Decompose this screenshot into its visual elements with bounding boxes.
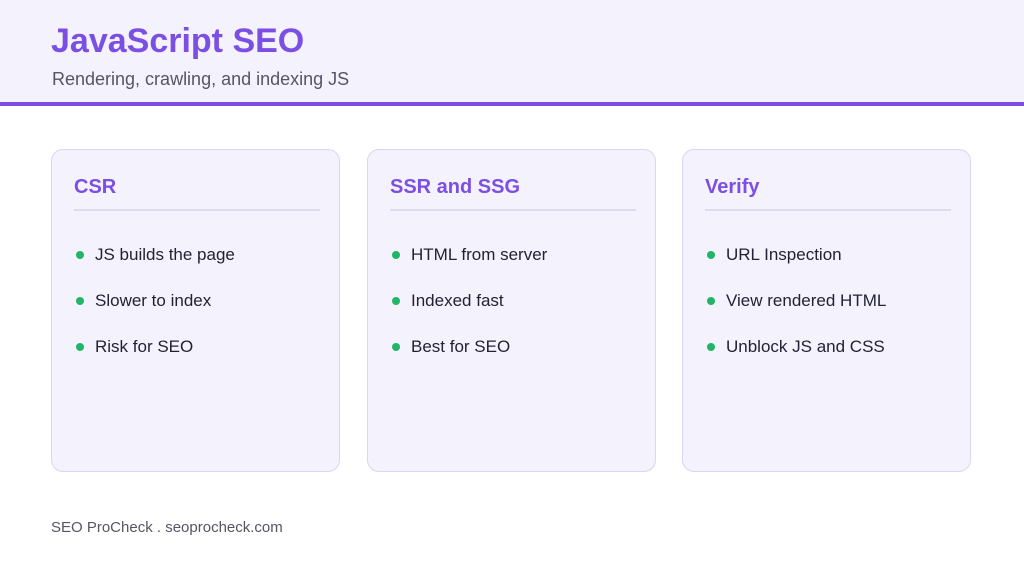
bullet-dot-icon [707,343,715,351]
card-list: URL Inspection View rendered HTML Unbloc… [705,243,886,381]
footer-credit: SEO ProCheck . seoprocheck.com [51,519,283,536]
card-title: SSR and SSG [390,176,521,198]
card-divider [390,209,636,211]
bullet-dot-icon [76,251,84,259]
list-item-label: Slower to index [95,291,212,310]
list-item: Risk for SEO [74,335,235,381]
list-item: Indexed fast [390,289,547,335]
list-item-label: HTML from server [411,245,548,264]
list-item: View rendered HTML [705,289,886,335]
bullet-dot-icon [392,297,400,305]
card-divider [705,209,951,211]
card-ssr-ssg: SSR and SSG HTML from server Indexed fas… [367,149,656,472]
list-item-label: Indexed fast [411,291,504,310]
card-title: CSR [74,176,117,198]
list-item-label: Best for SEO [411,337,511,356]
list-item: HTML from server [390,243,547,289]
bullet-dot-icon [392,251,400,259]
card-title: Verify [705,176,760,198]
list-item-label: Risk for SEO [95,337,194,356]
card-csr: CSR JS builds the page Slower to index R… [51,149,340,472]
card-verify: Verify URL Inspection View rendered HTML… [682,149,971,472]
list-item: Best for SEO [390,335,547,381]
list-item-label: Unblock JS and CSS [726,337,885,356]
page-subtitle: Rendering, crawling, and indexing JS [52,69,350,89]
list-item: Slower to index [74,289,235,335]
card-list: HTML from server Indexed fast Best for S… [390,243,547,381]
list-item-label: JS builds the page [95,245,235,264]
bullet-dot-icon [392,343,400,351]
bullet-dot-icon [707,297,715,305]
page-title: JavaScript SEO [51,22,305,60]
bullet-dot-icon [76,297,84,305]
header-banner: JavaScript SEO Rendering, crawling, and … [0,0,1024,106]
bullet-dot-icon [707,251,715,259]
list-item: URL Inspection [705,243,886,289]
list-item: JS builds the page [74,243,235,289]
list-item-label: URL Inspection [726,245,842,264]
bullet-dot-icon [76,343,84,351]
list-item-label: View rendered HTML [726,291,887,310]
card-list: JS builds the page Slower to index Risk … [74,243,235,381]
list-item: Unblock JS and CSS [705,335,886,381]
card-divider [74,209,320,211]
